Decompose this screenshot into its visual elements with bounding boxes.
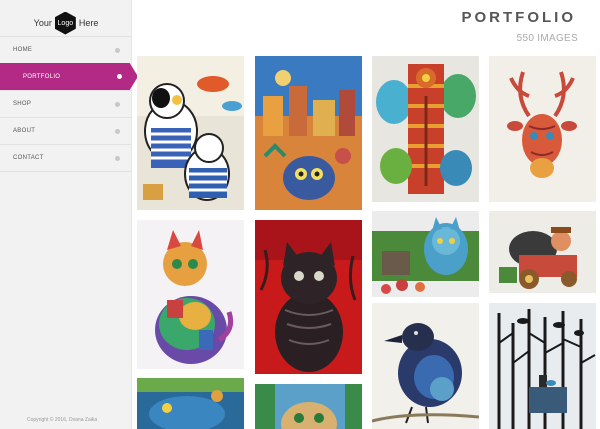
gallery-item-rainbow-cat[interactable] — [137, 220, 244, 369]
logo-left-word: Your — [33, 18, 52, 28]
gallery-item-raven[interactable] — [372, 303, 479, 429]
gallery-item-cat-face[interactable] — [255, 384, 362, 429]
logo-right-word: Here — [78, 18, 99, 28]
nav-item-portfolio[interactable]: PORTFOLIO — [0, 63, 138, 90]
nav-item-shop[interactable]: SHOP — [0, 90, 132, 117]
site-logo[interactable]: Your Logo Here — [0, 10, 132, 36]
gallery-item-birds-in-trees[interactable] — [489, 303, 596, 429]
nav-dot-icon — [115, 47, 120, 53]
gallery-item-cat-landscape[interactable] — [372, 211, 479, 297]
nav-dot-icon — [115, 155, 120, 161]
nav-item-label: SHOP — [13, 101, 32, 107]
nav-item-label: ABOUT — [13, 128, 36, 134]
nav-dot-icon — [115, 101, 120, 107]
nav-item-label: PORTFOLIO — [23, 73, 61, 80]
logo-center-word: Logo — [57, 19, 74, 27]
nav-item-contact[interactable]: CONTACT — [0, 144, 132, 171]
gallery-item-bear-in-car[interactable] — [489, 211, 596, 293]
main-nav: HOME PORTFOLIO SHOP ABOUT CONTACT — [0, 36, 138, 172]
logo-hexagon-icon: Logo — [54, 11, 76, 35]
image-count: 550 IMAGES — [516, 33, 578, 44]
nav-item-label: CONTACT — [13, 155, 44, 161]
gallery-item-blue-animal[interactable] — [137, 378, 244, 429]
nav-item-label: HOME — [13, 47, 33, 53]
gallery-item-owl-city[interactable] — [255, 56, 362, 210]
gallery-item-black-cat-red[interactable] — [255, 220, 362, 374]
sidebar: Your Logo Here HOME PORTFOLIO SHOP ABOUT… — [0, 0, 138, 429]
gallery-item-tree-mosaic[interactable] — [372, 56, 479, 202]
nav-dot-icon — [117, 74, 122, 79]
copyright-text: Copyright © 2016, Oxana Zaika — [27, 417, 98, 423]
nav-dot-icon — [115, 128, 120, 134]
gallery-item-deer[interactable] — [489, 56, 596, 202]
page-title: PORTFOLIO — [461, 9, 576, 26]
nav-divider — [0, 171, 132, 172]
gallery-item-cats-with-fish[interactable] — [137, 56, 244, 210]
nav-item-about[interactable]: ABOUT — [0, 117, 132, 144]
nav-item-home[interactable]: HOME — [0, 36, 132, 63]
